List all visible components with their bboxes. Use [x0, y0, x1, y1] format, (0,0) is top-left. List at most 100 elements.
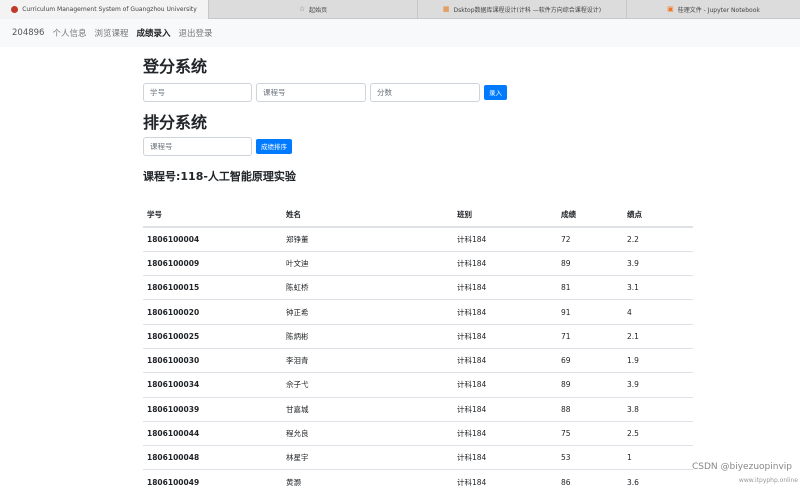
- grade-entry-title: 登分系统: [143, 57, 208, 76]
- table-row: 1806100048 林星宇 计科184 53 1: [143, 445, 693, 470]
- cell-score: 86: [557, 469, 623, 486]
- cell-gpa: 1.9: [623, 347, 693, 373]
- rank-course-id-input[interactable]: 课程号: [143, 136, 252, 156]
- cell-gpa: 3.1: [623, 275, 693, 300]
- cell-score: 89: [557, 250, 623, 276]
- cell-gpa: 4: [623, 299, 693, 325]
- grades-table: 学号 姓名 班别 成绩 绩点 1806100004 郑铮董 计科184 72 2.2 18…: [143, 203, 693, 486]
- site-watermark: www.itpyphp.online: [738, 477, 798, 484]
- cell-student-id: 1806100034: [143, 372, 282, 398]
- cell-name: 林星宇: [282, 445, 453, 470]
- cell-score: 88: [557, 396, 623, 422]
- sort-grades-button[interactable]: 成绩排序: [256, 138, 292, 154]
- star-icon: ☆: [298, 5, 306, 13]
- cell-student-id: 1806100020: [143, 299, 282, 325]
- student-id-input[interactable]: 学号: [143, 82, 252, 102]
- grade-entry-form: 学号 课程号 分数 录入: [143, 82, 693, 102]
- cell-student-id: 1806100009: [143, 250, 282, 276]
- rank-form: 课程号 成绩排序: [143, 136, 693, 156]
- table-row: 1806100034 佘子弋 计科184 89 3.9: [143, 372, 693, 398]
- cell-name: 钟正希: [282, 299, 453, 325]
- cell-score: 72: [557, 226, 623, 252]
- cell-class: 计科184: [453, 347, 557, 373]
- notebook-icon: ▣: [667, 5, 674, 13]
- doc-icon: ▦: [442, 5, 450, 13]
- score-input[interactable]: 分数: [370, 82, 480, 102]
- cell-name: 程允良: [282, 420, 453, 446]
- cell-score: 53: [557, 445, 623, 470]
- app-navbar: 204896 个人信息 浏览课程 成绩录入 退出登录: [0, 19, 800, 47]
- cell-score: 71: [557, 323, 623, 349]
- table-row: 1806100039 甘嘉城 计科184 88 3.8: [143, 396, 693, 422]
- main-content: 登分系统 学号 课程号 分数 录入 排分系统 课程号 成绩排序 课程号:118-…: [143, 56, 693, 486]
- tab-title: Curriculum Management System of Guangzho…: [22, 6, 197, 13]
- cell-class: 计科184: [453, 250, 557, 276]
- cell-student-id: 1806100049: [143, 469, 282, 486]
- cell-gpa: 2.2: [623, 226, 693, 252]
- cell-student-id: 1806100015: [143, 275, 282, 300]
- cell-name: 佘子弋: [282, 372, 453, 398]
- cell-gpa: 2.5: [623, 420, 693, 446]
- table-row: 1806100030 李泪青 计科184 69 1.9: [143, 347, 693, 373]
- cell-class: 计科184: [453, 275, 557, 300]
- header-student-id: 学号: [143, 203, 282, 228]
- cell-name: 陈炳彬: [282, 323, 453, 349]
- submit-grade-button[interactable]: 录入: [484, 84, 507, 100]
- cell-score: 81: [557, 275, 623, 300]
- cell-score: 69: [557, 347, 623, 373]
- course-id-input[interactable]: 课程号: [256, 82, 366, 102]
- browser-tab-bar: Curriculum Management System of Guangzho…: [0, 0, 800, 19]
- nav-browse-courses[interactable]: 浏览课程: [94, 27, 128, 39]
- browser-tab-start[interactable]: ☆ 起始页: [209, 0, 418, 19]
- cell-name: 陈虹桥: [282, 275, 453, 300]
- cell-name: 甘嘉城: [282, 396, 453, 422]
- cell-student-id: 1806100048: [143, 445, 282, 470]
- cell-student-id: 1806100039: [143, 396, 282, 422]
- header-gpa: 绩点: [623, 203, 693, 228]
- tab-title: 起始页: [309, 7, 328, 14]
- cell-name: 黄灏: [282, 469, 453, 486]
- cell-class: 计科184: [453, 445, 557, 470]
- table-row: 1806100044 程允良 计科184 75 2.5: [143, 420, 693, 446]
- cell-gpa: 2.1: [623, 323, 693, 349]
- cell-gpa: 3.8: [623, 396, 693, 422]
- header-class: 班别: [453, 203, 557, 228]
- cell-name: 叶文迪: [282, 250, 453, 276]
- cell-student-id: 1806100025: [143, 323, 282, 349]
- cell-class: 计科184: [453, 372, 557, 398]
- tab-title: 桂理文件 - Jupyter Notebook: [677, 7, 760, 14]
- nav-logout[interactable]: 退出登录: [179, 27, 213, 39]
- cell-class: 计科184: [453, 226, 557, 252]
- cell-name: 郑铮董: [282, 226, 453, 252]
- rank-title: 排分系统: [143, 113, 208, 132]
- cell-score: 75: [557, 420, 623, 446]
- cell-score: 89: [557, 372, 623, 398]
- browser-tab-jupyter[interactable]: ▣ 桂理文件 - Jupyter Notebook: [627, 0, 800, 19]
- browser-tab-curriculum[interactable]: Curriculum Management System of Guangzho…: [0, 0, 209, 19]
- browser-tab-desktop[interactable]: ▦ Dsktop数据库课程设计(计科 —软件方向综合课程设计): [418, 0, 627, 19]
- cell-class: 计科184: [453, 469, 557, 486]
- user-id-brand[interactable]: 204896: [12, 28, 44, 38]
- cell-student-id: 1806100004: [143, 226, 282, 252]
- cell-gpa: 3.9: [623, 372, 693, 398]
- cell-class: 计科184: [453, 420, 557, 446]
- cell-student-id: 1806100044: [143, 420, 282, 446]
- cell-class: 计科184: [453, 396, 557, 422]
- table-header-row: 学号 姓名 班别 成绩 绩点: [143, 203, 693, 228]
- nav-profile[interactable]: 个人信息: [52, 27, 86, 39]
- nav-grade-entry[interactable]: 成绩录入: [136, 27, 170, 39]
- tab-title: Dsktop数据库课程设计(计科 —软件方向综合课程设计): [453, 7, 602, 14]
- cell-gpa: 3.9: [623, 250, 693, 276]
- table-row: 1806100020 钟正希 计科184 91 4: [143, 299, 693, 325]
- table-row: 1806100049 黄灏 计科184 86 3.6: [143, 469, 693, 486]
- university-icon: [11, 6, 19, 13]
- cell-class: 计科184: [453, 299, 557, 325]
- table-row: 1806100004 郑铮董 计科184 72 2.2: [143, 226, 693, 252]
- header-score: 成绩: [557, 203, 623, 228]
- header-name: 姓名: [282, 203, 453, 228]
- cell-gpa: 1: [623, 445, 693, 470]
- table-row: 1806100025 陈炳彬 计科184 71 2.1: [143, 323, 693, 349]
- cell-name: 李泪青: [282, 347, 453, 373]
- course-title: 课程号:118-人工智能原理实验: [143, 170, 296, 183]
- cell-student-id: 1806100030: [143, 347, 282, 373]
